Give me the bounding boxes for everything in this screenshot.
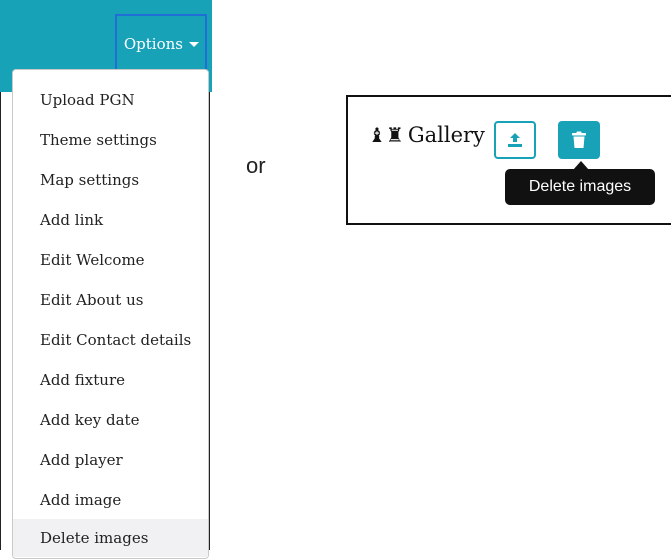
options-dropdown-button[interactable]: Options (115, 14, 207, 74)
menu-item-add-fixture[interactable]: Add fixture (13, 361, 208, 399)
menu-item-add-key-date[interactable]: Add key date (13, 401, 208, 439)
trash-icon (572, 131, 586, 148)
menu-item-edit-about-us[interactable]: Edit About us (13, 281, 208, 319)
options-label: Options (123, 35, 183, 53)
menu-item-upload-pgn[interactable]: Upload PGN (13, 81, 208, 119)
menu-item-edit-welcome[interactable]: Edit Welcome (13, 241, 208, 279)
gallery-title: Gallery (407, 123, 485, 147)
menu-item-add-image[interactable]: Add image (13, 481, 208, 519)
or-separator: or (246, 153, 266, 178)
gallery-header-box: ♝♜ Gallery Delete images (346, 95, 671, 225)
chess-pieces-icon: ♝♜ (368, 123, 404, 147)
options-dropdown-menu: Upload PGN Theme settings Map settings A… (12, 69, 209, 559)
upload-icon (508, 133, 522, 147)
menu-item-theme-settings[interactable]: Theme settings (13, 121, 208, 159)
menu-item-map-settings[interactable]: Map settings (13, 161, 208, 199)
panel-divider (209, 92, 210, 550)
menu-item-add-player[interactable]: Add player (13, 441, 208, 479)
gallery-heading: ♝♜ Gallery (368, 123, 485, 147)
delete-images-button[interactable] (558, 121, 600, 159)
menu-item-delete-images[interactable]: Delete images (13, 519, 208, 557)
menu-item-add-link[interactable]: Add link (13, 201, 208, 239)
caret-down-icon (189, 41, 199, 47)
upload-image-button[interactable] (494, 121, 536, 159)
delete-images-tooltip: Delete images (505, 169, 655, 205)
menu-item-edit-contact-details[interactable]: Edit Contact details (13, 321, 208, 359)
admin-panel: Options Upload PGN Theme settings Map se… (0, 0, 212, 559)
